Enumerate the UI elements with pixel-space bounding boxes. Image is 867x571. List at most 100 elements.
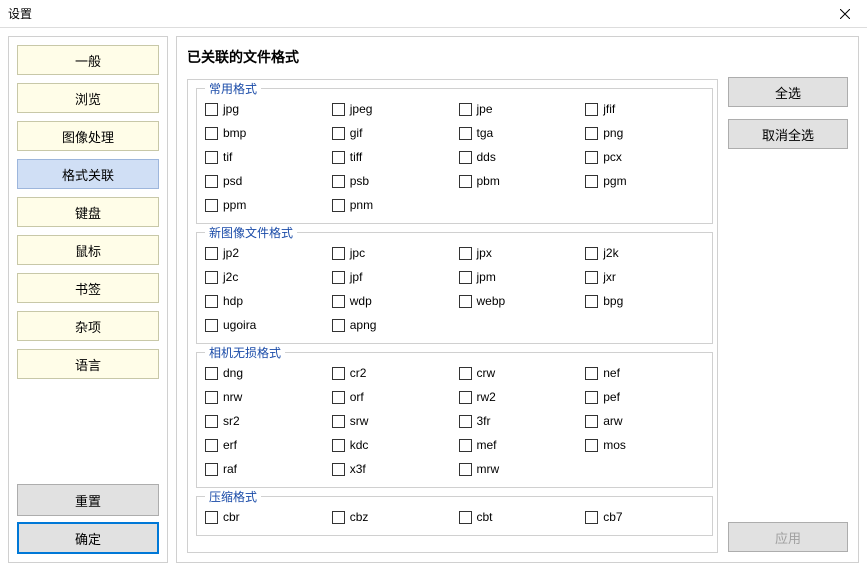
format-checkbox-dds[interactable]: dds (459, 147, 578, 167)
sidebar-item-3[interactable]: 格式关联 (17, 159, 159, 189)
checkbox-box (459, 103, 472, 116)
deselect-all-button[interactable]: 取消全选 (728, 119, 848, 149)
format-checkbox-nef[interactable]: nef (585, 363, 704, 383)
checkbox-label: wdp (350, 294, 372, 308)
format-checkbox-pnm[interactable]: pnm (332, 195, 451, 215)
format-checkbox-jp2[interactable]: jp2 (205, 243, 324, 263)
format-checkbox-apng[interactable]: apng (332, 315, 451, 335)
checkbox-box (332, 103, 345, 116)
format-checkbox-crw[interactable]: crw (459, 363, 578, 383)
sidebar-item-0[interactable]: 一般 (17, 45, 159, 75)
format-checkbox-tif[interactable]: tif (205, 147, 324, 167)
checkbox-label: jpx (477, 246, 492, 260)
format-checkbox-hdp[interactable]: hdp (205, 291, 324, 311)
checkbox-box (585, 175, 598, 188)
checkbox-label: jpeg (350, 102, 373, 116)
format-checkbox-psd[interactable]: psd (205, 171, 324, 191)
format-checkbox-nrw[interactable]: nrw (205, 387, 324, 407)
group-title: 常用格式 (205, 80, 261, 97)
checkbox-box (332, 295, 345, 308)
format-checkbox-png[interactable]: png (585, 123, 704, 143)
sidebar-item-5[interactable]: 鼠标 (17, 235, 159, 265)
reset-button[interactable]: 重置 (17, 484, 159, 516)
format-checkbox-kdc[interactable]: kdc (332, 435, 451, 455)
checkbox-box (332, 199, 345, 212)
format-checkbox-rw2[interactable]: rw2 (459, 387, 578, 407)
sidebar-item-6[interactable]: 书签 (17, 273, 159, 303)
format-checkbox-jpeg[interactable]: jpeg (332, 99, 451, 119)
format-checkbox-cbz[interactable]: cbz (332, 507, 451, 527)
format-checkbox-cr2[interactable]: cr2 (332, 363, 451, 383)
format-checkbox-ugoira[interactable]: ugoira (205, 315, 324, 335)
format-checkbox-raf[interactable]: raf (205, 459, 324, 479)
format-checkbox-bpg[interactable]: bpg (585, 291, 704, 311)
format-checkbox-jpx[interactable]: jpx (459, 243, 578, 263)
checkbox-box (205, 319, 218, 332)
sidebar-item-4[interactable]: 键盘 (17, 197, 159, 227)
format-checkbox-erf[interactable]: erf (205, 435, 324, 455)
format-checkbox-srw[interactable]: srw (332, 411, 451, 431)
checkbox-label: cb7 (603, 510, 622, 524)
checkbox-box (332, 463, 345, 476)
titlebar: 设置 (0, 0, 867, 28)
sidebar-item-2[interactable]: 图像处理 (17, 121, 159, 151)
format-checkbox-arw[interactable]: arw (585, 411, 704, 431)
format-checkbox-pgm[interactable]: pgm (585, 171, 704, 191)
format-checkbox-mrw[interactable]: mrw (459, 459, 578, 479)
format-checkbox-3fr[interactable]: 3fr (459, 411, 578, 431)
format-checkbox-dng[interactable]: dng (205, 363, 324, 383)
checkbox-label: pcx (603, 150, 622, 164)
format-checkbox-jpe[interactable]: jpe (459, 99, 578, 119)
checkbox-label: mef (477, 438, 497, 452)
checkbox-box (459, 367, 472, 380)
checkbox-label: ugoira (223, 318, 256, 332)
sidebar-item-8[interactable]: 语言 (17, 349, 159, 379)
format-checkbox-jpg[interactable]: jpg (205, 99, 324, 119)
sidebar-item-1[interactable]: 浏览 (17, 83, 159, 113)
format-checkbox-psb[interactable]: psb (332, 171, 451, 191)
checkbox-label: cbt (477, 510, 493, 524)
format-checkbox-wdp[interactable]: wdp (332, 291, 451, 311)
format-scroll-area[interactable]: 常用格式 jpg jpeg jpejfif bmp giftgapng tiftiffdds… (188, 80, 717, 552)
format-checkbox-sr2[interactable]: sr2 (205, 411, 324, 431)
format-checkbox-j2c[interactable]: j2c (205, 267, 324, 287)
checkbox-label: bmp (223, 126, 246, 140)
format-checkbox-ppm[interactable]: ppm (205, 195, 324, 215)
format-checkbox-jpf[interactable]: jpf (332, 267, 451, 287)
checkbox-box (585, 247, 598, 260)
checkbox-box (205, 415, 218, 428)
format-checkbox-jpc[interactable]: jpc (332, 243, 451, 263)
format-checkbox-pcx[interactable]: pcx (585, 147, 704, 167)
format-checkbox-cb7[interactable]: cb7 (585, 507, 704, 527)
format-checkbox-mos[interactable]: mos (585, 435, 704, 455)
sidebar-item-7[interactable]: 杂项 (17, 311, 159, 341)
format-checkbox-x3f[interactable]: x3f (332, 459, 451, 479)
checkbox-label: orf (350, 390, 364, 404)
format-checkbox-webp[interactable]: webp (459, 291, 578, 311)
ok-button[interactable]: 确定 (17, 522, 159, 554)
select-all-button[interactable]: 全选 (728, 77, 848, 107)
format-checkbox-cbr[interactable]: cbr (205, 507, 324, 527)
checkbox-label: cr2 (350, 366, 367, 380)
group-title: 新图像文件格式 (205, 224, 297, 241)
format-checkbox-pef[interactable]: pef (585, 387, 704, 407)
format-checkbox-tga[interactable]: tga (459, 123, 578, 143)
checkbox-label: kdc (350, 438, 369, 452)
checkbox-label: nef (603, 366, 620, 380)
format-checkbox-jfif[interactable]: jfif (585, 99, 704, 119)
checkbox-label: x3f (350, 462, 366, 476)
checkbox-box (205, 199, 218, 212)
format-checkbox-mef[interactable]: mef (459, 435, 578, 455)
checkbox-label: jp2 (223, 246, 239, 260)
format-checkbox-jxr[interactable]: jxr (585, 267, 704, 287)
format-checkbox-j2k[interactable]: j2k (585, 243, 704, 263)
format-checkbox-cbt[interactable]: cbt (459, 507, 578, 527)
format-checkbox-bmp[interactable]: bmp (205, 123, 324, 143)
format-checkbox-jpm[interactable]: jpm (459, 267, 578, 287)
format-checkbox-pbm[interactable]: pbm (459, 171, 578, 191)
format-checkbox-orf[interactable]: orf (332, 387, 451, 407)
format-checkbox-gif[interactable]: gif (332, 123, 451, 143)
close-button[interactable] (822, 0, 867, 28)
format-checkbox-tiff[interactable]: tiff (332, 147, 451, 167)
checkbox-box (585, 151, 598, 164)
